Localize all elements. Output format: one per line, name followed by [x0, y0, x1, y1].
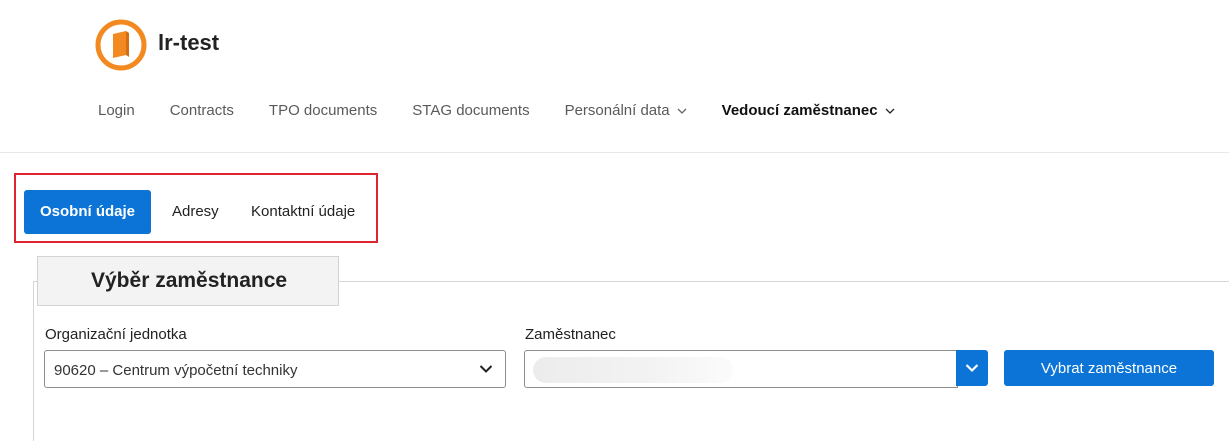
tab-osobni-udaje[interactable]: Osobní údaje: [24, 190, 152, 234]
section-title: Výběr zaměstnance: [91, 269, 288, 292]
nav-item-login[interactable]: Login: [98, 102, 135, 119]
org-unit-select[interactable]: 90620 – Centrum výpočetní techniky: [44, 350, 506, 388]
tab-adresy[interactable]: Adresy: [172, 190, 219, 234]
nav-item-tpo-documents[interactable]: TPO documents: [269, 102, 377, 119]
nav-item-label: Login: [98, 102, 135, 119]
chevron-down-icon: [965, 364, 979, 373]
employee-select[interactable]: [524, 350, 958, 388]
select-employee-button[interactable]: Vybrat zaměstnance: [1004, 350, 1214, 386]
employee-value-redacted: [533, 357, 733, 383]
nav-item-contracts[interactable]: Contracts: [170, 102, 234, 119]
nav-item-label: Contracts: [169, 102, 234, 119]
org-unit-value: 90620 – Centrum výpočetní techniky: [54, 362, 298, 379]
employee-label: Zaměstnanec: [525, 326, 616, 343]
nav-item-stag-documents[interactable]: STAG documents: [412, 102, 529, 119]
app-logo: [94, 18, 148, 72]
employee-dropdown-button[interactable]: [956, 350, 988, 386]
app-title: lr-test: [158, 30, 220, 55]
nav-item-personalni-data[interactable]: Personální data: [565, 102, 687, 119]
nav-item-label: TPO documents: [268, 102, 378, 119]
chevron-down-icon: [677, 106, 687, 116]
chevron-down-icon: [885, 106, 895, 116]
nav-item-label: Vedoucí zaměstnanec: [721, 102, 878, 119]
book-logo-icon: [95, 19, 147, 71]
org-unit-label: Organizační jednotka: [45, 326, 187, 343]
tab-kontaktni-udaje[interactable]: Kontaktní údaje: [251, 190, 355, 234]
nav-item-vedouci-zamestnanec[interactable]: Vedoucí zaměstnanec: [722, 102, 895, 119]
top-nav: Login Contracts TPO documents STAG docum…: [98, 102, 930, 119]
nav-item-label: Personální data: [564, 102, 670, 119]
nav-divider: [0, 152, 1229, 153]
chevron-down-icon: [479, 365, 493, 373]
nav-item-label: STAG documents: [412, 102, 530, 119]
